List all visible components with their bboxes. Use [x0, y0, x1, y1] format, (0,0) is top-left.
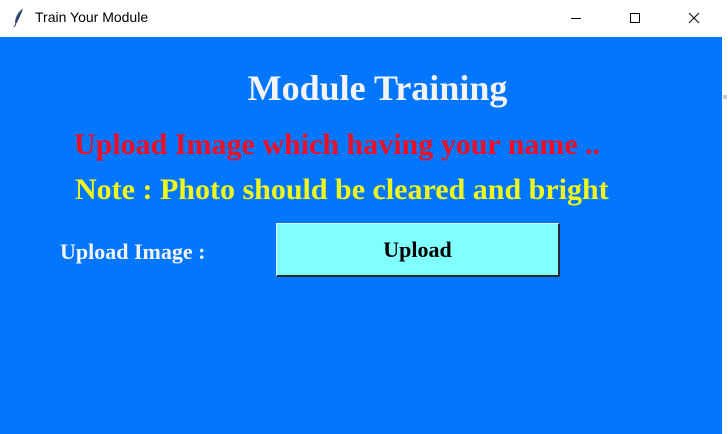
maximize-button[interactable]	[612, 0, 658, 36]
feather-icon	[12, 8, 26, 28]
instruction-text: Upload Image which having your name ..	[74, 128, 601, 161]
upload-button[interactable]: Upload	[276, 223, 560, 277]
title-bar[interactable]: Train Your Module	[0, 0, 728, 37]
upload-image-label: Upload Image :	[60, 239, 206, 264]
minimize-icon	[570, 12, 582, 24]
maximize-icon	[629, 12, 641, 24]
resize-marker	[723, 95, 727, 99]
close-icon	[688, 12, 700, 24]
close-button[interactable]	[671, 0, 717, 36]
window-edge	[722, 37, 728, 434]
window-title: Train Your Module	[35, 9, 149, 25]
minimize-button[interactable]	[553, 0, 599, 36]
app-window: Train Your Module Module Training Upload…	[0, 0, 728, 434]
note-text: Note : Photo should be cleared and brigh…	[75, 173, 609, 206]
client-area: Module Training Upload Image which havin…	[0, 37, 722, 434]
page-title: Module Training	[247, 68, 508, 108]
